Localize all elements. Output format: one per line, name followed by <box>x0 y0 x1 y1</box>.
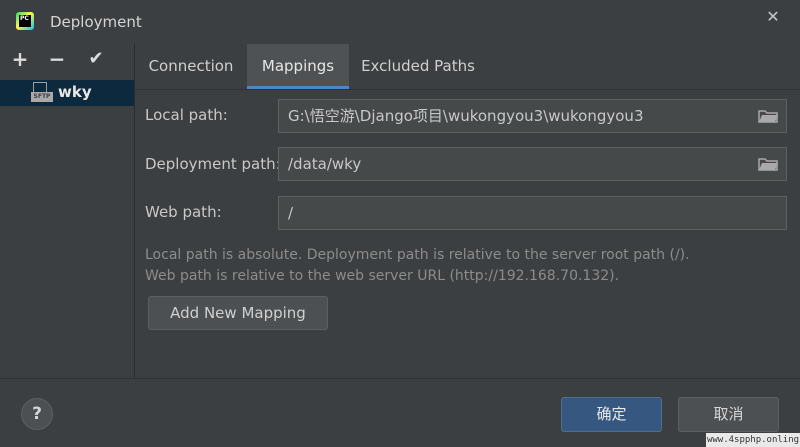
local-path-field[interactable]: G:\悟空游\Django项目\wukongyou3\wukongyou3 <box>278 99 787 133</box>
web-path-value: / <box>288 204 294 222</box>
web-path-label: Web path: <box>145 203 222 221</box>
hint-text-line-1: Local path is absolute. Deployment path … <box>145 247 690 263</box>
tab-connection[interactable]: Connection <box>135 44 247 88</box>
server-list-item[interactable]: SFTP wky <box>0 80 134 106</box>
ok-button[interactable]: 确定 <box>561 397 662 432</box>
add-icon[interactable]: + <box>9 48 31 70</box>
server-list-panel: + − ✔ SFTP wky <box>0 44 135 378</box>
tabs-divider <box>135 89 800 90</box>
sftp-server-icon: SFTP <box>31 82 53 104</box>
close-icon[interactable]: ✕ <box>762 6 784 28</box>
local-path-label: Local path: <box>145 106 228 124</box>
remove-icon[interactable]: − <box>46 48 68 70</box>
checkmark-icon[interactable]: ✔ <box>85 48 107 70</box>
folder-icon[interactable] <box>758 157 778 171</box>
tab-mappings[interactable]: Mappings <box>247 44 349 88</box>
cancel-button[interactable]: 取消 <box>678 397 779 432</box>
title-bar: PC Deployment ✕ <box>0 0 800 44</box>
folder-icon[interactable] <box>758 109 778 123</box>
deployment-path-field[interactable]: /data/wky <box>278 147 787 181</box>
server-name: wky <box>58 83 92 101</box>
help-icon[interactable]: ? <box>21 398 53 430</box>
deployment-path-label: Deployment path: <box>145 155 281 173</box>
hint-text-line-2: Web path is relative to the web server U… <box>145 268 620 284</box>
footer-divider <box>0 378 800 379</box>
tab-excluded-paths[interactable]: Excluded Paths <box>349 44 487 88</box>
add-new-mapping-button[interactable]: Add New Mapping <box>148 296 328 330</box>
watermark: www.4spphp.onling <box>706 433 800 447</box>
window-title: Deployment <box>50 13 142 31</box>
web-path-field[interactable]: / <box>278 196 787 230</box>
local-path-value: G:\悟空游\Django项目\wukongyou3\wukongyou3 <box>288 107 644 125</box>
deployment-path-value: /data/wky <box>288 155 362 173</box>
pycharm-app-icon: PC <box>16 12 34 30</box>
